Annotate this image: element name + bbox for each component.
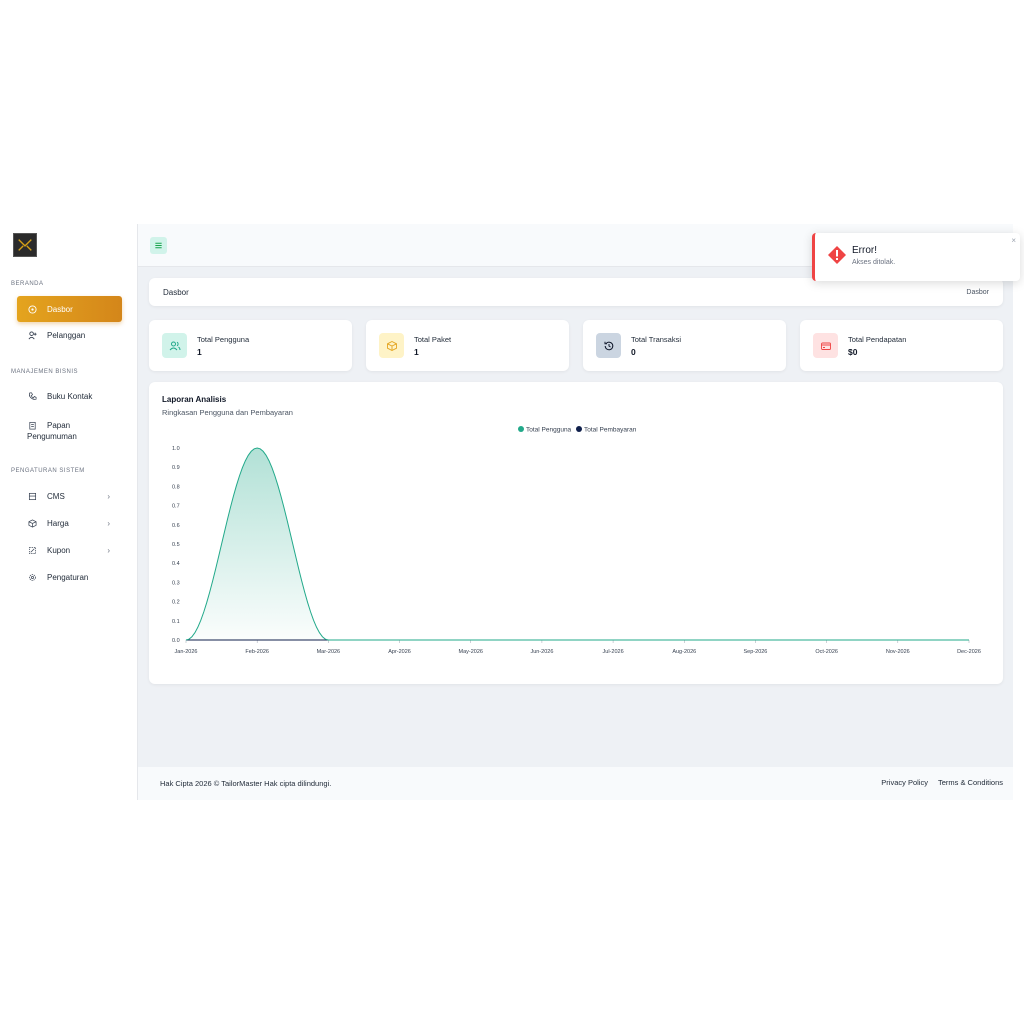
dashboard-icon [27,304,37,314]
stat-card-total-transaksi: Total Transaksi 0 [583,320,786,371]
chevron-right-icon: › [107,518,110,528]
analytics-chart-card: Laporan Analisis Ringkasan Pengguna dan … [149,382,1003,684]
chevron-right-icon: › [107,491,110,501]
y-tick-label: 0.1 [172,619,180,625]
main-content: Dasbor Dasbor Total Pengguna 1 Total Pak… [138,224,1013,800]
sidebar-item-label-2: Pengumuman [27,432,77,441]
toast-close-button[interactable]: × [1011,236,1016,245]
y-tick-label: 0.5 [172,542,180,548]
sidebar: BERANDA Dasbor Pelanggan MANAJEMEN BISNI… [0,224,138,800]
stat-value: 1 [414,346,419,357]
footer-copyright: Hak Cipta 2026 © TailorMaster Hak cipta … [160,779,332,788]
error-toast: Error! Akses ditolak. × [812,233,1020,281]
sidebar-item-label: Pengaturan [47,572,89,582]
legend-label: Total Pengguna [526,427,572,434]
sidebar-item-cms[interactable]: CMS › [17,483,122,509]
layout-icon [27,491,37,501]
nav-section-manajemen-bisnis: MANAJEMEN BISNIS [11,369,79,375]
y-tick-label: 0.0 [172,638,180,644]
box-icon [27,518,37,528]
stat-value: 0 [631,346,636,357]
sidebar-item-label: Papan [47,421,71,430]
coupon-icon [27,545,37,555]
toast-message: Akses ditolak. [852,259,896,266]
user-plus-icon [27,330,37,340]
x-tick-label: Apr-2026 [388,649,411,655]
y-tick-label: 0.4 [172,561,180,567]
y-tick-label: 0.7 [172,504,180,510]
y-tick-label: 0.2 [172,600,180,606]
nav-section-beranda: BERANDA [11,281,44,287]
stat-card-total-paket: Total Paket 1 [366,320,569,371]
sidebar-item-papan-pengumuman[interactable]: Papan Pengumuman [17,418,122,448]
x-tick-label: Jan-2026 [175,649,198,655]
error-icon [828,246,846,264]
x-tick-label: May-2026 [458,649,482,655]
sidebar-item-label: Buku Kontak [47,391,93,401]
history-icon [596,333,621,358]
breadcrumb: Dasbor Dasbor [149,278,1003,306]
sidebar-item-label: Pelanggan [47,330,86,340]
y-tick-label: 1.0 [172,446,180,452]
stat-value: $0 [848,346,858,357]
footer: Hak Cipta 2026 © TailorMaster Hak cipta … [138,767,1013,800]
stat-label: Total Pendapatan [848,334,907,344]
y-tick-label: 0.3 [172,580,180,586]
toast-title: Error! [852,245,877,256]
sidebar-item-buku-kontak[interactable]: Buku Kontak [17,383,122,409]
x-tick-label: Jul-2026 [603,649,624,655]
app-window: BERANDA Dasbor Pelanggan MANAJEMEN BISNI… [0,224,1024,800]
x-tick-label: Aug-2026 [672,649,696,655]
x-tick-label: Jun-2026 [530,649,553,655]
sidebar-item-kupon[interactable]: Kupon › [17,537,122,563]
sidebar-item-dasbor[interactable]: Dasbor [17,296,122,322]
menu-toggle-button[interactable] [150,237,167,254]
terms-conditions-link[interactable]: Terms & Conditions [938,778,1003,787]
legend-marker [576,426,582,432]
y-tick-label: 0.9 [172,465,180,471]
sidebar-item-label: Dasbor [47,304,73,314]
y-tick-label: 0.8 [172,484,180,490]
sidebar-item-harga[interactable]: Harga › [17,510,122,536]
users-icon [162,333,187,358]
sidebar-item-label: CMS [47,491,65,501]
gear-icon [27,572,37,582]
logo[interactable] [13,233,37,257]
sidebar-item-pelanggan[interactable]: Pelanggan [17,322,122,348]
breadcrumb-current[interactable]: Dasbor [966,289,989,296]
x-tick-label: Dec-2026 [957,649,981,655]
package-icon [379,333,404,358]
sidebar-item-pengaturan[interactable]: Pengaturan [17,564,122,590]
legend-label: Total Pembayaran [584,427,637,434]
y-tick-label: 0.6 [172,523,180,529]
nav-section-pengaturan-sistem: PENGATURAN SISTEM [11,468,85,474]
phone-icon [27,391,37,401]
x-tick-label: Oct-2026 [815,649,838,655]
stat-card-total-pengguna: Total Pengguna 1 [149,320,352,371]
stat-label: Total Paket [414,334,452,344]
stat-value: 1 [197,346,202,357]
stat-card-total-pendapatan: Total Pendapatan $0 [800,320,1003,371]
x-tick-label: Sep-2026 [744,649,768,655]
stat-label: Total Transaksi [631,334,682,344]
stat-label: Total Pengguna [197,334,250,344]
analytics-chart: Total Pengguna Total Pembayaran 0.0 0.1 0.2 0… [172,426,981,655]
hamburger-icon [155,242,162,249]
legend-marker [518,426,524,432]
sidebar-item-label: Kupon [47,545,71,555]
x-tick-label: Mar-2026 [317,649,341,655]
page-title: Dasbor [163,287,189,297]
x-tick-label: Feb-2026 [245,649,269,655]
sidebar-item-label: Harga [47,518,69,528]
series-area-total-pengguna [186,448,969,640]
privacy-policy-link[interactable]: Privacy Policy [881,778,928,787]
x-tick-label: Nov-2026 [886,649,910,655]
credit-card-icon [813,333,838,358]
chevron-right-icon: › [107,545,110,555]
